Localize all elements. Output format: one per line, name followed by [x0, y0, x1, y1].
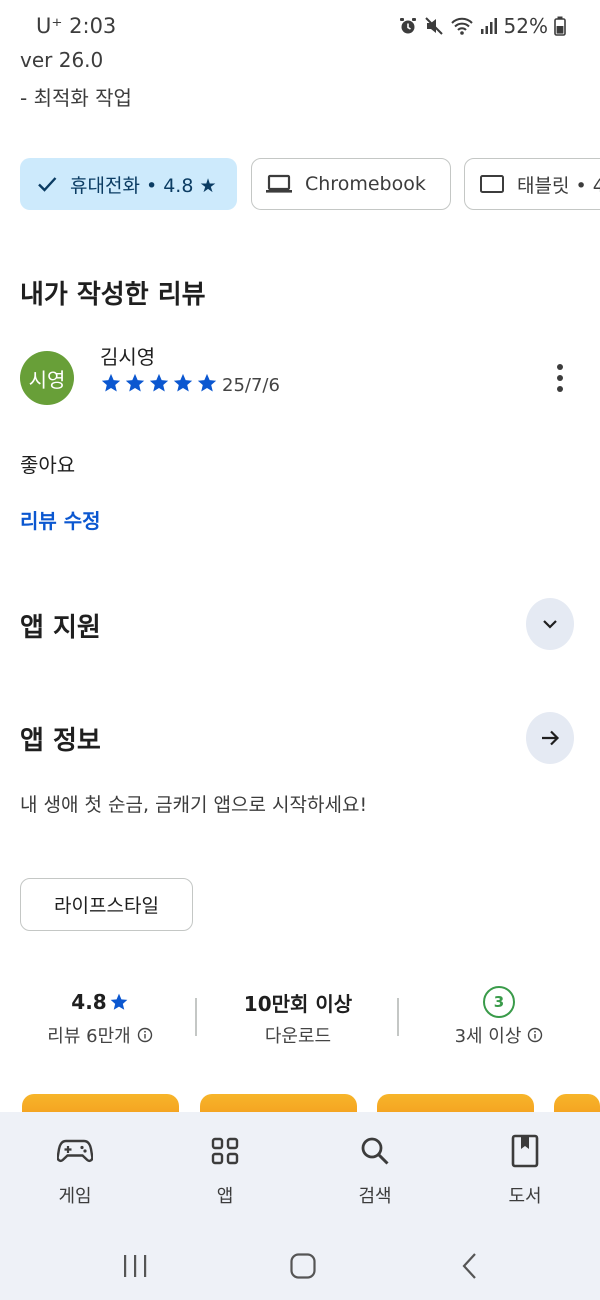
reviewer-name: 김시영 [100, 345, 156, 369]
chip-chromebook[interactable]: Chromebook [251, 158, 451, 210]
expand-app-support-button[interactable] [526, 598, 574, 650]
age-label: 3세 이상 [454, 1026, 522, 1047]
home-icon [290, 1253, 316, 1279]
chevron-down-icon [543, 620, 557, 629]
search-icon [361, 1137, 389, 1165]
gamepad-icon [57, 1139, 93, 1162]
info-icon[interactable] [527, 1027, 543, 1043]
rating-value: 4.8 [71, 990, 107, 1014]
app-description: 내 생애 첫 순금, 금캐기 앱으로 시작하세요! [20, 794, 368, 816]
rating-label: 리뷰 6만개 [47, 1026, 131, 1047]
chip-phone-label: 휴대전화 • 4.8 ★ [70, 174, 217, 197]
update-note: - 최적화 작업 [20, 86, 132, 110]
apps-grid-icon [211, 1137, 239, 1165]
avatar: 시영 [20, 351, 74, 405]
chip-tablet-label: 태블릿 • 4 [517, 174, 600, 197]
review-text: 좋아요 [20, 453, 76, 477]
book-icon [511, 1134, 539, 1168]
battery-icon [554, 16, 566, 36]
status-icons: 52% [398, 14, 566, 38]
star-icon [110, 993, 128, 1010]
star-icon [125, 373, 145, 392]
nav-games-label: 게임 [58, 1186, 92, 1207]
star-icon [149, 373, 169, 392]
more-dot [557, 386, 563, 392]
nav-books-label: 도서 [508, 1186, 542, 1207]
status-bar: U⁺ 2:03 52% [0, 0, 600, 52]
star-icon [173, 373, 193, 392]
laptop-icon [266, 174, 292, 193]
app-info-heading: 앱 정보 [20, 726, 101, 756]
battery-percent: 52% [503, 14, 548, 38]
nav-books[interactable]: 도서 [465, 1112, 585, 1232]
stat-age-rating: 3 3세 이상 [399, 986, 599, 1048]
wifi-icon [450, 17, 473, 35]
signal-icon [480, 18, 497, 34]
more-dot [557, 364, 563, 370]
check-icon [38, 177, 57, 192]
home-button[interactable] [273, 1246, 333, 1286]
recent-apps-button[interactable] [105, 1246, 165, 1286]
version-text: ver 26.0 [20, 48, 104, 72]
star-icon [197, 373, 217, 392]
mute-icon [424, 17, 443, 35]
bottom-nav: 게임 앱 검색 도서 [0, 1112, 600, 1232]
downloads-label: 다운로드 [264, 1026, 332, 1047]
nav-apps-label: 앱 [216, 1186, 234, 1207]
star-icon [101, 373, 121, 392]
edit-review-link[interactable]: 리뷰 수정 [20, 505, 101, 534]
carrier-time: U⁺ 2:03 [36, 14, 117, 38]
back-icon [462, 1253, 476, 1279]
arrow-right-icon [542, 730, 560, 746]
nav-apps[interactable]: 앱 [165, 1112, 285, 1232]
app-support-heading: 앱 지원 [20, 613, 101, 643]
chip-chromebook-label: Chromebook [305, 173, 426, 195]
more-options-button[interactable] [546, 360, 574, 396]
recent-apps-icon [124, 1255, 147, 1277]
stat-rating: 4.8 리뷰 6만개 [0, 986, 200, 1048]
my-review-heading: 내가 작성한 리뷰 [20, 280, 206, 310]
app-info-arrow-button[interactable] [526, 712, 574, 764]
alarm-icon [399, 18, 416, 34]
tablet-icon [480, 175, 504, 193]
stat-divider [195, 998, 197, 1036]
star-rating [100, 372, 218, 394]
back-button[interactable] [441, 1246, 501, 1286]
system-nav-bar [0, 1232, 600, 1300]
stat-downloads: 10만회 이상 다운로드 [198, 986, 398, 1048]
nav-games[interactable]: 게임 [15, 1112, 135, 1232]
nav-search-label: 검색 [358, 1186, 392, 1207]
chip-phone[interactable]: 휴대전화 • 4.8 ★ [20, 158, 237, 210]
more-dot [557, 375, 563, 381]
category-tag-chip[interactable]: 라이프스타일 [20, 878, 193, 931]
nav-search[interactable]: 검색 [315, 1112, 435, 1232]
info-icon[interactable] [137, 1027, 153, 1043]
downloads-value: 10만회 이상 [243, 991, 353, 1016]
age-rating-badge: 3 [483, 986, 515, 1018]
review-date: 25/7/6 [222, 375, 280, 396]
chip-tablet[interactable]: 태블릿 • 4 [464, 158, 600, 210]
